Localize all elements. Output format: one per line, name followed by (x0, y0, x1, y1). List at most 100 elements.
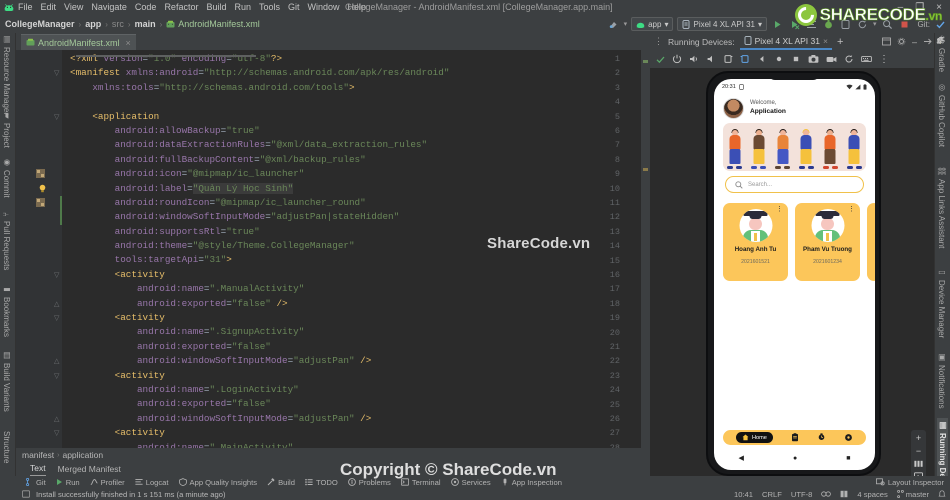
zoom-out-button[interactable]: − (916, 447, 921, 456)
code-line[interactable]: android:windowSoftInputMode="adjustPan|s… (62, 210, 650, 224)
sidebar-item-pull-requests[interactable]: ⑂ Pull Requests (2, 210, 11, 271)
emulator-power-icon[interactable] (672, 54, 682, 64)
panel-settings-gear-icon[interactable] (897, 37, 906, 46)
sidebar-item-github-copilot[interactable]: ◎ GitHub Copilot (937, 83, 946, 147)
sidebar-item-commit[interactable]: ◉ Commit (2, 158, 11, 198)
sidebar-item-app-links-assistant[interactable]: ⛓ App Links Assistant (936, 166, 946, 249)
sidebar-item-resource-manager[interactable]: ▤ Resource Manager (2, 35, 11, 115)
breadcrumb-module[interactable]: app (85, 19, 101, 29)
sidebar-item-build-variants[interactable]: ▥ Build Variants (2, 351, 11, 412)
student-card[interactable]: ⋮ Hoang Anh Tu 2021601521 (723, 203, 788, 281)
breadcrumb-main[interactable]: main (135, 19, 156, 29)
code-fold-toggle[interactable]: ▽ (54, 373, 61, 380)
emulator-reset-icon[interactable] (844, 54, 854, 64)
search-input[interactable]: Search... (725, 176, 864, 193)
code-fold-toggle[interactable]: ▽ (54, 272, 61, 279)
emulator-rotate-left-icon[interactable] (723, 54, 733, 64)
code-line[interactable]: <manifest xmlns:android="http://schemas.… (62, 66, 650, 80)
code-line[interactable]: <application (62, 110, 650, 124)
editor-breadcrumb-application[interactable]: application (62, 450, 103, 460)
reader-mode-icon[interactable] (840, 490, 848, 498)
menu-tools[interactable]: Tools (255, 0, 284, 14)
notifications-bell-icon[interactable] (938, 490, 946, 498)
menu-build[interactable]: Build (202, 0, 230, 14)
tool-button-app-quality-insights[interactable]: App Quality Insights (178, 478, 257, 487)
code-line[interactable]: android:icon="@mipmap/ic_launcher" (62, 167, 650, 181)
panel-options-icon[interactable]: ⋮ (654, 36, 663, 47)
menu-navigate[interactable]: Navigate (87, 0, 131, 14)
code-fold-toggle[interactable]: ▽ (54, 315, 61, 322)
student-card[interactable]: ⋮ Pham Vu Truong 2021601234 (795, 203, 860, 281)
indent-setting[interactable]: 4 spaces (857, 490, 887, 499)
tab-text[interactable]: Text (30, 463, 46, 476)
card-overflow-menu-icon[interactable]: ⋮ (848, 206, 855, 213)
emulator-stage[interactable]: 20:31 Welcome, Application Search... ⋮ H… (650, 68, 934, 484)
code-line[interactable]: android:windowSoftInputMode="adjustPan" … (62, 412, 650, 426)
emulator-rotate-right-icon[interactable] (740, 54, 750, 64)
device-tab-pixel[interactable]: Pixel 4 XL API 31 × (739, 33, 832, 50)
code-line[interactable]: android:fullBackupContent="@xml/backup_r… (62, 153, 650, 167)
line-separator[interactable]: CRLF (762, 490, 782, 499)
code-line[interactable]: xmlns:tools="http://schemas.android.com/… (62, 81, 650, 95)
code-line[interactable]: android:allowBackup="true" (62, 124, 650, 138)
caret-position[interactable]: 10:41 (734, 490, 753, 499)
toolbar-caret-1[interactable]: ▾ (624, 20, 628, 28)
menu-edit[interactable]: Edit (37, 0, 61, 14)
emulator-overview-icon[interactable] (791, 54, 801, 64)
file-encoding[interactable]: UTF-8 (791, 490, 813, 499)
code-line[interactable]: android:exported="false" /> (62, 297, 650, 311)
card-overflow-menu-icon[interactable]: ⋮ (776, 206, 783, 213)
code-line[interactable]: tools:targetApi="31"> (62, 253, 650, 267)
panel-minimize-icon[interactable]: – (912, 37, 917, 47)
sidebar-item-device-manager[interactable]: ▯ Device Manager (937, 268, 946, 338)
code-line[interactable]: <activity (62, 268, 650, 282)
editor-scrollbar[interactable] (641, 50, 650, 448)
breadcrumb-src[interactable]: src (112, 19, 124, 29)
sidebar-item-bookmarks[interactable]: ▮ Bookmarks (2, 285, 11, 337)
gesture-back-icon[interactable]: ◀ (739, 454, 744, 462)
code-line[interactable]: android:exported="false" (62, 340, 650, 354)
run-configuration-selector[interactable]: app ▾ (631, 17, 674, 31)
editor-tab-androidmanifest[interactable]: AndroidManifest.xml × (21, 34, 136, 50)
code-line[interactable]: android:label="Quản Lý Học Sinh" (62, 182, 650, 196)
menu-git[interactable]: Git (284, 0, 304, 14)
intention-bulb-icon[interactable] (38, 184, 47, 193)
code-line[interactable]: <activity (62, 311, 650, 325)
menu-file[interactable]: File (14, 0, 37, 14)
code-line[interactable]: android:name=".MainActivity" (62, 441, 650, 448)
code-fold-toggle[interactable]: ▽ (54, 114, 61, 121)
menu-run[interactable]: Run (230, 0, 255, 14)
zoom-in-button[interactable]: + (916, 434, 921, 443)
emulator-volume-up-icon[interactable] (689, 54, 699, 64)
emulator-more-icon[interactable]: ⋮ (879, 54, 889, 65)
tool-button-build[interactable]: Build (267, 478, 295, 487)
tool-button-todo[interactable]: TODO (305, 478, 338, 487)
panel-layout-icon[interactable] (882, 37, 891, 46)
nav-item-notification[interactable] (817, 433, 826, 442)
code-line[interactable]: <activity (62, 426, 650, 440)
emulator-back-icon[interactable] (757, 54, 767, 64)
code-line[interactable]: android:name=".ManualActivity" (62, 282, 650, 296)
select-device-icon[interactable] (607, 18, 620, 31)
editor-fold-column[interactable]: ▽▽▽△▽△▽△▽△ (52, 50, 62, 448)
code-line[interactable]: <activity (62, 369, 650, 383)
phone-screen[interactable]: 20:31 Welcome, Application Search... ⋮ H… (714, 79, 875, 470)
tool-button-logcat[interactable]: Logcat (135, 478, 169, 487)
user-avatar[interactable] (723, 97, 744, 119)
code-line[interactable]: android:name=".LoginActivity" (62, 383, 650, 397)
editor-tab-close-icon[interactable]: × (126, 38, 131, 48)
student-card-partial[interactable] (867, 203, 875, 281)
code-line[interactable]: android:name=".SignupActivity" (62, 325, 650, 339)
breadcrumb-file[interactable]: AndroidManifest.xml (178, 19, 260, 29)
tool-button-git[interactable]: Git (26, 478, 46, 487)
emulator-home-icon[interactable] (774, 54, 784, 64)
emulator-record-icon[interactable] (826, 54, 837, 64)
breadcrumb-project[interactable]: CollegeManager (5, 19, 75, 29)
device-selector[interactable]: Pixel 4 XL API 31 ▾ (677, 17, 768, 31)
code-line[interactable]: android:dataExtractionRules="@xml/data_e… (62, 138, 650, 152)
menu-window[interactable]: Window (304, 0, 344, 14)
code-fold-toggle[interactable]: △ (54, 358, 61, 365)
editor-breadcrumb-manifest[interactable]: manifest (22, 450, 54, 460)
sidebar-item-structure[interactable]: Structure (2, 431, 11, 463)
zoom-fit-width-icon[interactable] (914, 460, 923, 468)
